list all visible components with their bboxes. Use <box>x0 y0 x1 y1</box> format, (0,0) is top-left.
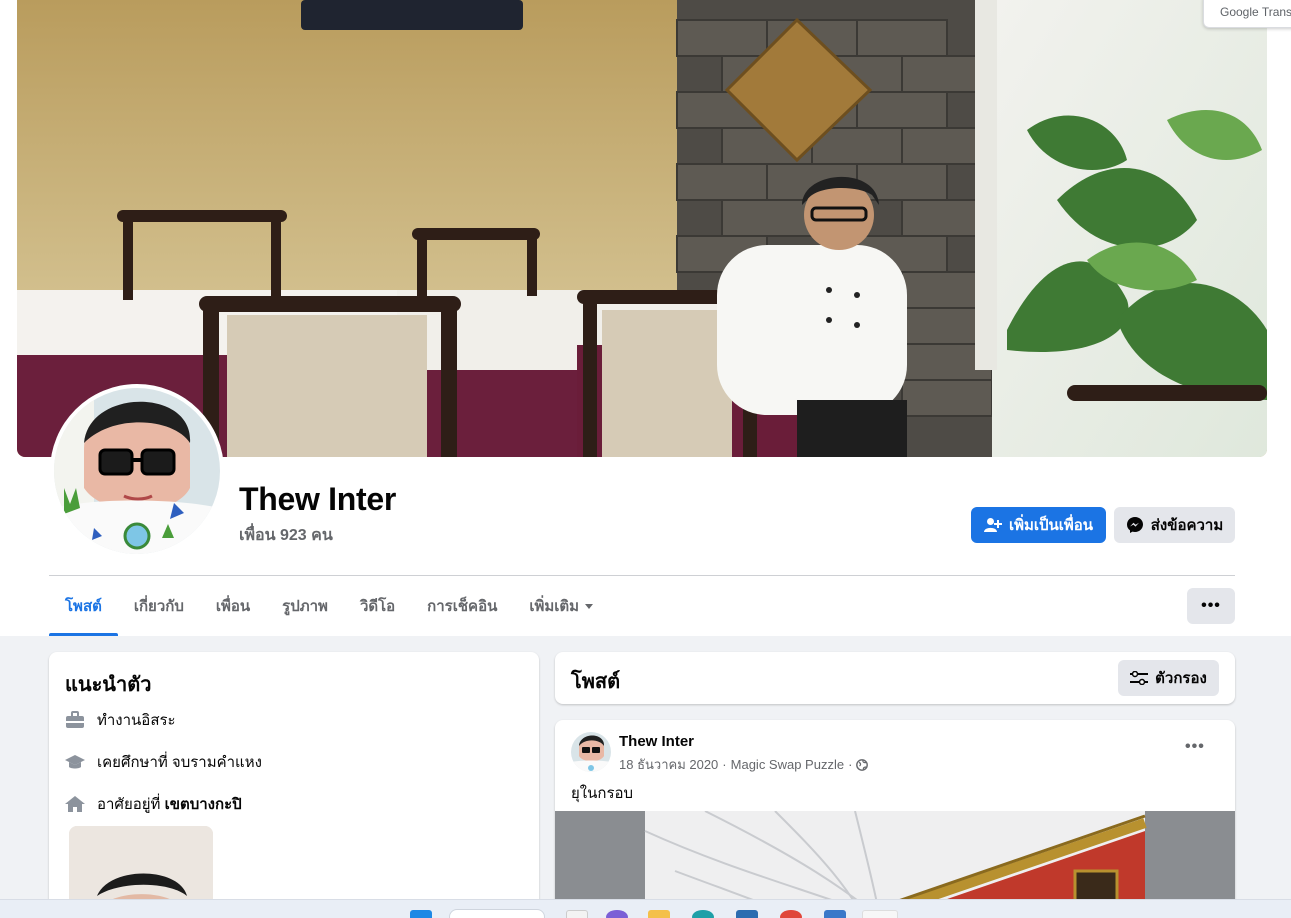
tab-photos[interactable]: รูปภาพ <box>266 576 344 636</box>
add-friend-icon <box>983 518 1002 532</box>
posts-header-card: โพสต์ ตัวกรอง <box>555 652 1235 704</box>
post-options-icon[interactable]: ••• <box>1185 738 1205 756</box>
home-icon <box>65 794 85 814</box>
intro-lives: อาศัยอยู่ที่ เขตบางกะปิ <box>65 792 242 816</box>
more-dots-icon: ••• <box>1201 597 1221 614</box>
send-message-label: ส่งข้อความ <box>1150 517 1224 534</box>
intro-education: เคยศึกษาที่ จบรามคำแหง <box>65 750 262 774</box>
tab-posts[interactable]: โพสต์ <box>49 576 118 636</box>
globe-icon <box>856 758 869 771</box>
profile-tabs: โพสต์ เกี่ยวกับ เพื่อน รูปภาพ วิดีโอ การ… <box>49 576 609 636</box>
file-explorer-icon[interactable] <box>648 910 670 918</box>
add-friend-button[interactable]: เพิ่มเป็นเพื่อน <box>971 507 1106 543</box>
filter-label: ตัวกรอง <box>1155 670 1207 687</box>
meta-separator: · <box>722 757 727 772</box>
tab-more[interactable]: เพิ่มเติม <box>513 576 609 636</box>
os-taskbar <box>0 899 1291 918</box>
tab-check-ins[interactable]: การเช็คอิน <box>411 576 513 636</box>
cover-photo[interactable] <box>17 0 1267 457</box>
intro-education-label: เคยศึกษาที่ จบรามคำแหง <box>97 754 262 771</box>
intro-card: แนะนำตัว ทำงานอิสระ เคยศึกษาที่ จบรามคำแ… <box>49 652 539 918</box>
profile-name: Thew Inter <box>239 481 397 517</box>
graduation-cap-icon <box>65 752 85 772</box>
filter-sliders-icon <box>1130 671 1149 685</box>
more-options-button[interactable]: ••• <box>1187 588 1235 624</box>
intro-title: แนะนำตัว <box>65 674 152 696</box>
windows-start-icon[interactable] <box>410 910 432 918</box>
messenger-icon <box>1126 517 1143 533</box>
profile-header: Google Trans Thew Inter เพื่อน 923 คน เพ… <box>0 0 1291 636</box>
task-view-icon[interactable] <box>566 910 588 918</box>
intro-work-label: ทำงานอิสระ <box>97 712 176 729</box>
friends-count[interactable]: เพื่อน 923 คน <box>239 523 333 548</box>
post-text: ยุในกรอบ <box>571 785 634 802</box>
post-card: Thew Inter 18 ธันวาคม 2020 · Magic Swap … <box>555 720 1235 918</box>
post-meta: 18 ธันวาคม 2020 · Magic Swap Puzzle · <box>619 754 869 775</box>
chrome-browser-icon[interactable] <box>780 910 802 918</box>
meta-separator: · <box>848 757 853 772</box>
post-author-name[interactable]: Thew Inter <box>619 733 694 750</box>
filter-button[interactable]: ตัวกรอง <box>1118 660 1219 696</box>
store-icon[interactable] <box>736 910 758 918</box>
tab-more-label: เพิ่มเติม <box>529 598 580 615</box>
active-app-icon[interactable] <box>862 910 898 918</box>
tab-videos[interactable]: วิดีโอ <box>344 576 411 636</box>
caret-down-icon <box>585 603 594 609</box>
google-translate-tab[interactable]: Google Trans <box>1203 0 1291 28</box>
posts-title: โพสต์ <box>571 671 621 693</box>
send-message-button[interactable]: ส่งข้อความ <box>1114 507 1235 543</box>
intro-lives-prefix: อาศัยอยู่ที่ <box>97 796 165 813</box>
tab-friends[interactable]: เพื่อน <box>200 576 266 636</box>
post-date[interactable]: 18 ธันวาคม 2020 <box>619 754 718 775</box>
add-friend-label: เพิ่มเป็นเพื่อน <box>1008 517 1094 534</box>
chat-app-icon[interactable] <box>606 910 628 918</box>
taskbar-search-box[interactable] <box>449 909 545 918</box>
notepad-icon[interactable] <box>824 910 846 918</box>
intro-work: ทำงานอิสระ <box>65 708 176 732</box>
briefcase-icon <box>65 710 85 730</box>
profile-avatar[interactable] <box>50 384 224 558</box>
tab-about[interactable]: เกี่ยวกับ <box>118 576 200 636</box>
post-app[interactable]: Magic Swap Puzzle <box>731 757 844 772</box>
edge-browser-icon[interactable] <box>692 910 714 918</box>
intro-lives-place[interactable]: เขตบางกะปิ <box>165 796 242 813</box>
post-author-avatar[interactable] <box>571 732 611 772</box>
